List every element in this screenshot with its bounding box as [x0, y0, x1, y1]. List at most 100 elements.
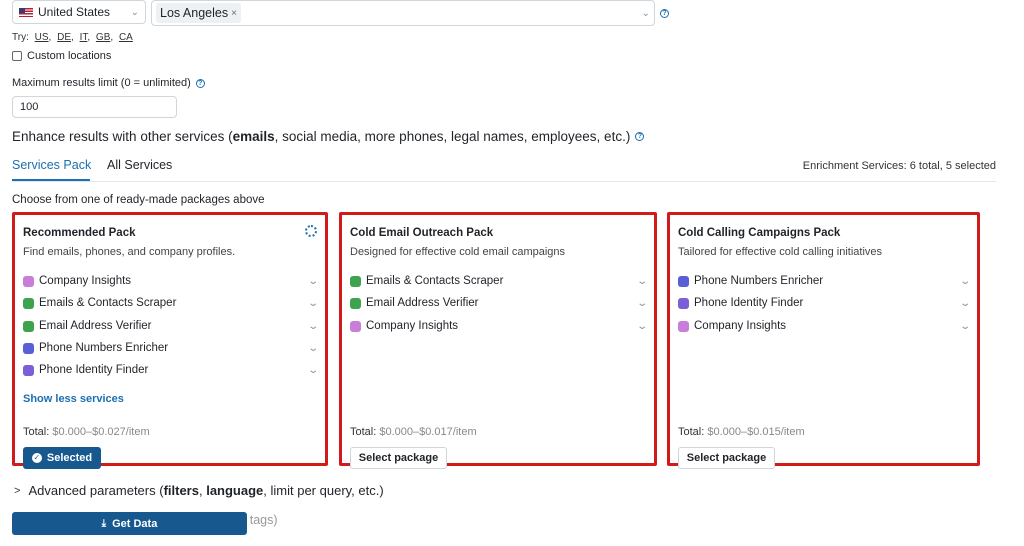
country-select[interactable]: United States ⌄ — [12, 0, 146, 24]
package-card-cold-calling[interactable]: Cold Calling Campaigns Pack Tailored for… — [667, 212, 980, 469]
enhance-bold: emails — [232, 129, 275, 144]
phone-identity-icon — [678, 297, 689, 309]
enrichment-summary: Enrichment Services: 6 total, 5 selected — [802, 160, 996, 172]
chevron-down-icon[interactable]: ⌄ — [636, 321, 648, 332]
get-data-button[interactable]: ⤓ Get Data — [12, 512, 247, 535]
service-label: Emails & Contacts Scraper — [39, 297, 177, 309]
phone-identity-icon — [23, 364, 34, 376]
service-label: Phone Numbers Enricher — [39, 342, 169, 354]
tab-services-pack[interactable]: Services Pack — [12, 158, 91, 172]
download-icon: ⤓ — [101, 518, 107, 529]
card-total: Total: $0.000–$0.027/item — [23, 426, 150, 438]
phone-icon — [678, 275, 689, 287]
chevron-down-icon[interactable]: ⌄ — [959, 298, 971, 309]
total-value: $0.000–$0.027/item — [52, 426, 150, 438]
advanced-suffix: , limit per query, etc.) — [263, 483, 384, 498]
custom-locations-row[interactable]: Custom locations — [12, 50, 111, 62]
service-label: Email Address Verifier — [39, 320, 152, 332]
selected-button[interactable]: ✓ Selected — [23, 447, 101, 469]
remove-chip-icon[interactable]: × — [231, 8, 237, 19]
chevron-down-icon[interactable]: ⌄ — [307, 365, 319, 376]
email-verifier-icon — [350, 297, 361, 309]
card-title: Cold Email Outreach Pack — [350, 227, 494, 239]
get-data-label: Get Data — [112, 517, 158, 530]
company-icon — [23, 275, 34, 287]
max-results-label: Maximum results limit (0 = unlimited) ? — [12, 77, 205, 89]
service-row-phone-enricher[interactable]: Phone Numbers Enricher ⌄ — [678, 272, 971, 290]
max-results-value: 100 — [20, 101, 39, 113]
try-label: Try: — [12, 32, 29, 43]
card-title: Recommended Pack — [23, 227, 136, 239]
advanced-bold-language: language — [206, 483, 264, 498]
try-code-us[interactable]: US — [35, 32, 49, 43]
try-code-de[interactable]: DE — [57, 32, 71, 43]
max-results-label-text: Maximum results limit (0 = unlimited) — [12, 77, 191, 89]
select-package-button[interactable]: Select package — [350, 447, 447, 469]
chevron-down-icon[interactable]: ⌄ — [307, 321, 319, 332]
custom-locations-checkbox[interactable] — [12, 51, 22, 61]
service-row-company-insights[interactable]: Company Insights ⌄ — [23, 272, 319, 290]
show-less-services-link[interactable]: Show less services — [23, 393, 124, 405]
chevron-down-icon[interactable]: ⌄ — [959, 321, 971, 332]
help-icon[interactable]: ? — [195, 78, 205, 88]
card-subtitle: Tailored for effective cold calling init… — [678, 246, 883, 258]
service-label: Emails & Contacts Scraper — [366, 275, 504, 287]
chevron-down-icon[interactable]: ⌄ — [642, 8, 650, 19]
select-package-button[interactable]: Select package — [678, 447, 775, 469]
card-total: Total: $0.000–$0.015/item — [678, 426, 805, 438]
service-label: Phone Numbers Enricher — [694, 275, 824, 287]
us-flag-icon — [19, 7, 33, 17]
total-label: Total: — [678, 426, 705, 438]
service-row-phone-enricher[interactable]: Phone Numbers Enricher ⌄ — [23, 339, 319, 357]
chevron-down-icon[interactable]: ⌄ — [959, 276, 971, 287]
active-tab-indicator — [12, 179, 90, 181]
tab-all-services[interactable]: All Services — [107, 158, 172, 172]
service-label: Phone Identity Finder — [694, 297, 804, 309]
help-icon[interactable]: ? — [635, 132, 645, 141]
gear-icon[interactable] — [305, 225, 317, 237]
chevron-down-icon[interactable]: ⌄ — [636, 298, 648, 309]
service-label: Company Insights — [39, 275, 132, 287]
advanced-parameters-toggle[interactable]: > Advanced parameters (filters, language… — [14, 483, 384, 498]
enhance-heading: Enhance results with other services (ema… — [12, 129, 645, 144]
city-chip-label: Los Angeles — [160, 6, 229, 20]
service-label: Company Insights — [366, 320, 459, 332]
card-title: Cold Calling Campaigns Pack — [678, 227, 841, 239]
max-results-input[interactable]: 100 — [12, 96, 177, 118]
city-chip: Los Angeles × — [156, 3, 241, 23]
service-row-phone-identity[interactable]: Phone Identity Finder ⌄ — [23, 361, 319, 379]
package-card-recommended[interactable]: Recommended Pack Find emails, phones, an… — [12, 212, 328, 469]
chevron-down-icon[interactable]: ⌄ — [636, 276, 648, 287]
service-row-company-insights[interactable]: Company Insights ⌄ — [678, 317, 971, 335]
card-total: Total: $0.000–$0.017/item — [350, 426, 477, 438]
country-value: United States — [38, 5, 111, 19]
total-value: $0.000–$0.015/item — [707, 426, 805, 438]
service-row-email-verifier[interactable]: Email Address Verifier ⌄ — [350, 294, 648, 312]
help-icon[interactable]: ? — [660, 9, 669, 18]
service-row-company-insights[interactable]: Company Insights ⌄ — [350, 317, 648, 335]
card-subtitle: Find emails, phones, and company profile… — [23, 246, 236, 258]
email-scraper-icon — [23, 297, 34, 309]
phone-icon — [23, 342, 34, 354]
city-select[interactable]: Los Angeles × ⌄ — [151, 0, 655, 26]
check-icon: ✓ — [31, 453, 42, 463]
service-label: Company Insights — [694, 320, 787, 332]
package-card-cold-email[interactable]: Cold Email Outreach Pack Designed for ef… — [339, 212, 657, 469]
enhance-prefix: Enhance results with other services ( — [12, 129, 233, 144]
try-row: Try: US, DE, IT, GB, CA — [12, 32, 133, 43]
service-row-email-verifier[interactable]: Email Address Verifier ⌄ — [23, 317, 319, 335]
service-row-emails-contacts[interactable]: Emails & Contacts Scraper ⌄ — [350, 272, 648, 290]
service-row-phone-identity[interactable]: Phone Identity Finder ⌄ — [678, 294, 971, 312]
service-row-emails-contacts[interactable]: Emails & Contacts Scraper ⌄ — [23, 294, 319, 312]
chevron-down-icon[interactable]: ⌄ — [307, 343, 319, 354]
custom-locations-label: Custom locations — [27, 50, 112, 62]
try-code-gb[interactable]: GB — [96, 32, 110, 43]
selected-button-label: Selected — [46, 452, 93, 464]
chevron-right-icon: > — [14, 484, 21, 497]
chevron-down-icon[interactable]: ⌄ — [307, 276, 319, 287]
email-verifier-icon — [23, 320, 34, 332]
chevron-down-icon[interactable]: ⌄ — [307, 298, 319, 309]
try-code-ca[interactable]: CA — [119, 32, 133, 43]
email-scraper-icon — [350, 275, 361, 287]
total-label: Total: — [23, 426, 50, 438]
